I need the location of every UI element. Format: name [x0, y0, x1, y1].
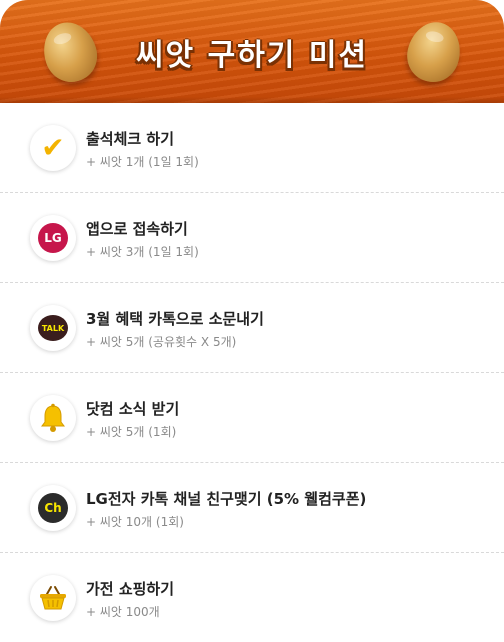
lg-logo-text: LG — [38, 223, 68, 253]
mission-item-news-subscribe[interactable]: 닷컴 소식 받기 + 씨앗 5개 (1회) — [0, 373, 504, 463]
mission-header: 씨앗 구하기 미션 — [0, 0, 504, 103]
kakaotalk-logo-text: TALK — [38, 315, 68, 341]
mission-title: 닷컴 소식 받기 — [86, 400, 180, 418]
mission-reward: + 씨앗 5개 (공유횟수 X 5개) — [86, 335, 237, 349]
mission-reward: + 씨앗 10개 (1회) — [86, 515, 184, 529]
mission-reward: + 씨앗 5개 (1회) — [86, 425, 177, 439]
kakao-channel-icon: Ch — [30, 485, 76, 531]
mission-title: 3월 혜택 카톡으로 소문내기 — [86, 310, 264, 328]
kakaotalk-icon: TALK — [30, 305, 76, 351]
mission-title: 가전 쇼핑하기 — [86, 580, 175, 598]
mission-reward: + 씨앗 3개 (1일 1회) — [86, 245, 199, 259]
mission-item-kakao-channel[interactable]: Ch LG전자 카톡 채널 친구맺기 (5% 웰컴쿠폰) + 씨앗 10개 (1… — [0, 463, 504, 553]
mission-title: 출석체크 하기 — [86, 130, 175, 148]
bell-icon — [30, 395, 76, 441]
mission-reward: + 씨앗 100개 — [86, 605, 160, 619]
lg-logo-icon: LG — [30, 215, 76, 261]
check-icon: ✔ — [30, 125, 76, 171]
kakao-channel-logo-text: Ch — [38, 493, 68, 523]
mission-title: 앱으로 접속하기 — [86, 220, 188, 238]
seed-icon — [401, 16, 467, 88]
mission-reward: + 씨앗 1개 (1일 1회) — [86, 155, 199, 169]
mission-title: LG전자 카톡 채널 친구맺기 (5% 웰컴쿠폰) — [86, 490, 367, 508]
shopping-basket-icon — [30, 575, 76, 621]
mission-list: ✔ 출석체크 하기 + 씨앗 1개 (1일 1회) LG 앱으로 접속하기 + … — [0, 103, 504, 642]
mission-item-attendance[interactable]: ✔ 출석체크 하기 + 씨앗 1개 (1일 1회) — [0, 103, 504, 193]
mission-item-kakao-share[interactable]: TALK 3월 혜택 카톡으로 소문내기 + 씨앗 5개 (공유횟수 X 5개) — [0, 283, 504, 373]
mission-item-shopping[interactable]: 가전 쇼핑하기 + 씨앗 100개 — [0, 553, 504, 642]
mission-item-app-access[interactable]: LG 앱으로 접속하기 + 씨앗 3개 (1일 1회) — [0, 193, 504, 283]
